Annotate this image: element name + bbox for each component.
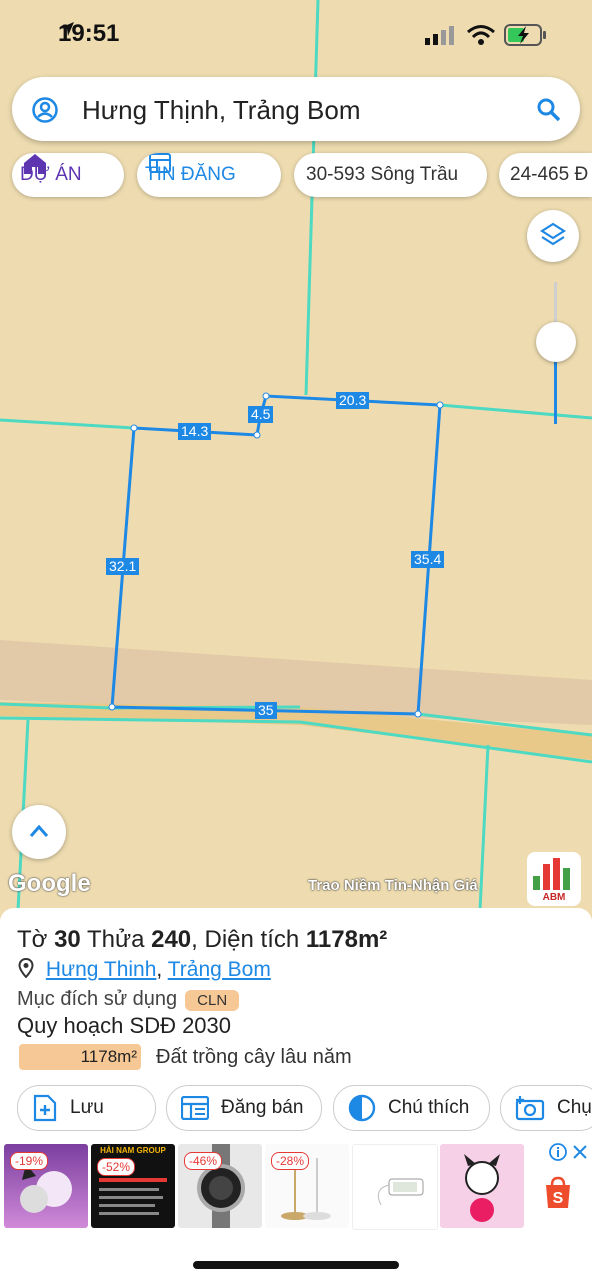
chip-place-1-label: 30-593 Sông Trầu — [306, 164, 459, 185]
search-icon[interactable] — [536, 97, 562, 123]
wifi-icon — [467, 25, 495, 45]
abm-logo: ABM — [527, 852, 581, 906]
search-bar[interactable]: Hưng Thịnh, Trảng Bom — [12, 77, 580, 141]
chip-du-an[interactable]: DỰ ÁN — [12, 153, 124, 197]
segment-left-label: 32.1 — [106, 558, 140, 575]
svg-text:ABM: ABM — [543, 892, 566, 903]
map-view[interactable]: 14.3 4.5 20.3 32.1 35.4 35 19:51 Hưng Th… — [0, 0, 592, 910]
capture-button[interactable]: Chụ — [500, 1085, 592, 1131]
ad-item[interactable] — [352, 1144, 438, 1230]
abm-logo-graphic: ABM — [533, 858, 570, 903]
chip-place-1[interactable]: 30-593 Sông Trầu — [294, 153, 487, 197]
parcel-vertex — [253, 431, 261, 439]
segment-notch-label: 4.5 — [248, 406, 274, 423]
search-query[interactable]: Hưng Thịnh, Trảng Bom — [82, 95, 361, 126]
ad-thermometer-image — [377, 1178, 424, 1206]
ward-link[interactable]: Hưng Thinh — [46, 958, 157, 981]
plan-area-description: Đất trồng cây lâu năm — [156, 1046, 352, 1068]
map-tagline: Trao Niềm Tin-Nhận Giá — [308, 877, 478, 894]
post-sale-button[interactable]: Đăng bán — [166, 1085, 322, 1131]
land-purpose-badge: CLN — [185, 990, 240, 1011]
post-icon — [181, 1096, 209, 1120]
ad-item[interactable] — [440, 1144, 524, 1228]
land-purpose: Mục đích sử dụng CLN — [17, 988, 240, 1011]
layers-button[interactable] — [527, 210, 579, 262]
home-indicator[interactable] — [193, 1261, 399, 1269]
post-sale-button-label: Đăng bán — [221, 1097, 304, 1118]
location-arrow-icon — [60, 22, 74, 36]
ad-item[interactable]: -19% — [4, 1144, 88, 1228]
signal-icon — [425, 26, 454, 45]
ad-item[interactable]: -46% — [178, 1144, 262, 1228]
ad-banner[interactable]: -19% HẢI NAM GROUP -52% -46% -28% S — [0, 1140, 592, 1232]
segment-top-left-label: 14.3 — [178, 423, 212, 440]
segment-right-label: 35.4 — [411, 551, 445, 568]
parcel-vertex — [130, 424, 138, 432]
save-button-label: Lưu — [70, 1097, 104, 1118]
chip-tin-dang[interactable]: TIN ĐĂNG — [137, 153, 281, 197]
plan-area-bar: 1178m² — [19, 1044, 141, 1070]
chip-place-2[interactable]: 24-465 Đ — [499, 153, 592, 197]
capture-button-label: Chụ — [557, 1097, 592, 1118]
ad-discount: -46% — [184, 1152, 223, 1170]
ad-discount: -28% — [271, 1152, 310, 1170]
segment-bottom-label: 35 — [255, 702, 277, 719]
legend-button-label: Chú thích — [388, 1097, 470, 1118]
layers-icon — [540, 222, 566, 246]
ad-discount: -19% — [10, 1152, 49, 1170]
chip-place-2-label: 24-465 Đ — [510, 164, 589, 185]
chevron-up-icon — [29, 824, 49, 837]
camera-icon — [515, 1096, 545, 1121]
battery-icon — [504, 24, 546, 46]
account-icon[interactable] — [32, 97, 58, 123]
parcel-title: Tờ 30 Thửa 240, Diện tích 1178m² — [17, 926, 388, 953]
house-icon — [24, 154, 46, 174]
add-doc-icon — [33, 1094, 57, 1122]
map-pin-icon — [18, 957, 34, 979]
ad-item[interactable]: HẢI NAM GROUP -52% — [91, 1144, 175, 1228]
plan-title: Quy hoạch SDĐ 2030 — [17, 1013, 232, 1038]
ad-toy-image — [464, 1154, 500, 1222]
legend-button[interactable]: Chú thích — [333, 1085, 490, 1131]
expand-button[interactable] — [12, 805, 66, 859]
ad-product-image — [99, 1178, 167, 1215]
parcel-vertex — [414, 710, 422, 718]
parcel-vertex — [262, 392, 270, 400]
opacity-slider-fill — [554, 360, 557, 424]
google-logo: Google — [8, 870, 91, 897]
status-time: 19:51 — [58, 20, 120, 47]
status-bar: 19:51 — [0, 0, 592, 70]
parcel-vertex — [436, 401, 444, 409]
contrast-icon — [348, 1094, 376, 1122]
parcel-location: Hưng Thinh, Trảng Bom — [18, 957, 271, 982]
segment-top-right-label: 20.3 — [336, 392, 370, 409]
land-purpose-label: Mục đích sử dụng — [17, 988, 178, 1010]
shopee-logo-icon: S — [546, 1176, 570, 1208]
save-button[interactable]: Lưu — [17, 1085, 156, 1131]
listing-icon — [149, 153, 171, 173]
ad-item[interactable]: -28% — [265, 1144, 349, 1228]
ad-info-icon[interactable] — [549, 1143, 567, 1161]
opacity-slider-knob[interactable] — [536, 322, 576, 362]
ad-discount: -52% — [97, 1158, 136, 1176]
svg-text:S: S — [553, 1190, 564, 1207]
plan-area-value: 1178m² — [80, 1047, 137, 1066]
parcel-vertex — [108, 703, 116, 711]
district-link[interactable]: Trảng Bom — [168, 958, 271, 981]
ad-close-icon[interactable] — [572, 1144, 588, 1160]
